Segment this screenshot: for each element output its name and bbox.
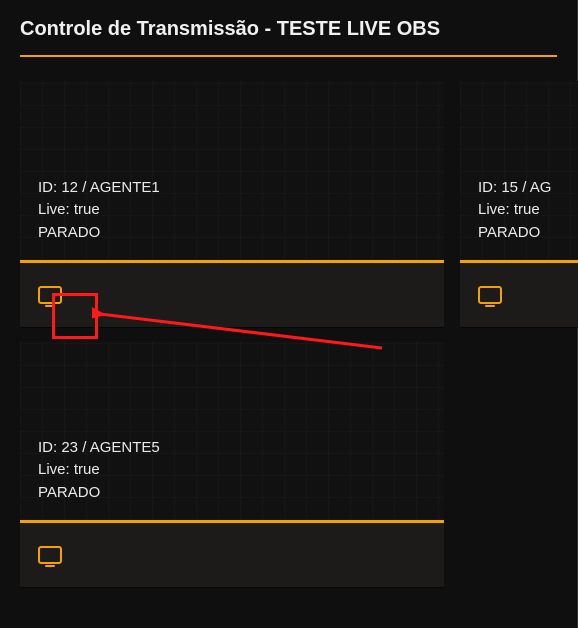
live-label: Live [38, 461, 66, 478]
card-id: 23 [61, 439, 78, 456]
card-info-panel: ID: 23 / AGENTE5 Live: true PARADO [20, 341, 444, 523]
card-live-line: Live: true [38, 459, 426, 482]
id-label: ID [38, 179, 53, 196]
live-label: Live [478, 201, 506, 218]
card-live: true [74, 461, 100, 478]
card-agent: AGENTE5 [90, 439, 160, 456]
monitor-icon[interactable] [478, 286, 502, 304]
transmission-card: ID: 12 / AGENTE1 Live: true PARADO [20, 81, 444, 327]
card-live: true [514, 201, 540, 218]
page-title: Controle de Transmissão - TESTE LIVE OBS [20, 18, 557, 41]
card-agent: AGENTE1 [90, 179, 160, 196]
monitor-icon[interactable] [38, 546, 62, 564]
card-status-line: PARADO [38, 482, 426, 505]
id-label: ID [38, 439, 53, 456]
card-id-line: ID: 15 / AG [478, 177, 578, 200]
card-live-line: Live: true [38, 199, 426, 222]
card-live-line: Live: true [478, 199, 578, 222]
card-info-panel: ID: 15 / AG Live: true PARADO [460, 81, 578, 263]
card-actions [460, 263, 578, 327]
card-id-line: ID: 23 / AGENTE5 [38, 437, 426, 460]
transmission-card: ID: 15 / AG Live: true PARADO [460, 81, 578, 327]
card-actions [20, 263, 444, 327]
card-agent: AG [530, 179, 552, 196]
id-label: ID [478, 179, 493, 196]
card-id-line: ID: 12 / AGENTE1 [38, 177, 426, 200]
card-actions [20, 523, 444, 587]
live-label: Live [38, 201, 66, 218]
title-divider [20, 55, 557, 57]
card-live: true [74, 201, 100, 218]
transmission-card: ID: 23 / AGENTE5 Live: true PARADO [20, 341, 444, 587]
card-info-panel: ID: 12 / AGENTE1 Live: true PARADO [20, 81, 444, 263]
card-id: 12 [61, 179, 78, 196]
card-id: 15 [501, 179, 518, 196]
card-status-line: PARADO [38, 222, 426, 245]
card-status-line: PARADO [478, 222, 578, 245]
monitor-icon[interactable] [38, 286, 62, 304]
